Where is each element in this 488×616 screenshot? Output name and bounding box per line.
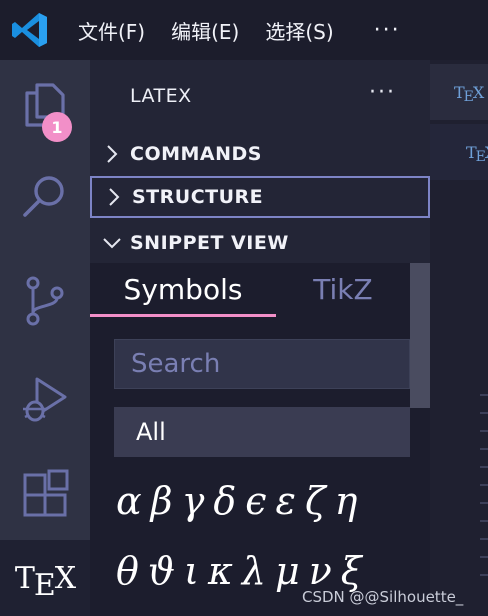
- symbol-xi[interactable]: ξ: [341, 549, 366, 593]
- symbol-gamma[interactable]: γ: [182, 479, 209, 523]
- snippet-view: Symbols TikZ All αβγδϵεζη θϑικλμνξ: [90, 263, 430, 616]
- activity-bar: 1 TEX: [0, 60, 90, 616]
- search-icon: [23, 176, 64, 217]
- run-debug-icon: [23, 377, 67, 422]
- title-bar: 文件(F) 编辑(E) 选择(S) ···: [0, 0, 488, 60]
- activity-tex[interactable]: TEX: [0, 540, 90, 616]
- gutter-tick: [480, 538, 488, 540]
- menu-file[interactable]: 文件(F): [78, 16, 145, 45]
- symbol-search: [114, 339, 410, 389]
- panel-more-icon[interactable]: ···: [369, 80, 396, 105]
- activity-source-control[interactable]: [0, 256, 90, 346]
- side-panel: LATEX ··· COMMANDS STRUCTURE SNIPPET VIE…: [90, 60, 430, 616]
- extensions-icon: [23, 469, 69, 517]
- tex-icon: TEX: [14, 560, 76, 603]
- gutter-tick: [480, 484, 488, 486]
- editor-body[interactable]: [430, 180, 488, 616]
- symbol-theta[interactable]: θ: [116, 549, 143, 593]
- symbol-iota[interactable]: ι: [184, 549, 203, 593]
- panel-header: LATEX ···: [90, 60, 430, 132]
- gutter-tick: [480, 430, 488, 432]
- menu-more-icon[interactable]: ···: [374, 18, 401, 43]
- tex-file-icon: TEX: [454, 82, 484, 105]
- symbol-row-2: θϑικλμνξ: [116, 549, 371, 593]
- search-input[interactable]: [131, 349, 409, 379]
- section-label: SNIPPET VIEW: [130, 232, 289, 254]
- symbol-alpha[interactable]: α: [116, 479, 146, 523]
- snippet-tabs: Symbols TikZ: [90, 263, 410, 317]
- scrollbar[interactable]: [410, 263, 430, 408]
- symbol-epsilon[interactable]: ϵ: [245, 479, 270, 523]
- menu-edit[interactable]: 编辑(E): [171, 16, 239, 45]
- gutter-tick: [480, 448, 488, 450]
- section-structure[interactable]: STRUCTURE: [90, 176, 430, 218]
- editor-area: TEX TEX: [430, 60, 488, 616]
- gutter-tick: [480, 466, 488, 468]
- gutter-tick: [480, 394, 488, 396]
- symbol-beta[interactable]: β: [151, 479, 177, 523]
- watermark: CSDN @@Silhouette_: [302, 588, 464, 606]
- tab-tikz[interactable]: TikZ: [276, 263, 410, 315]
- chevron-down-icon: [103, 238, 121, 249]
- activity-run-debug[interactable]: [0, 354, 90, 444]
- activity-search[interactable]: [0, 152, 90, 242]
- chevron-right-icon: [107, 145, 118, 163]
- activity-extensions[interactable]: [0, 450, 90, 540]
- gutter-tick: [480, 520, 488, 522]
- symbol-eta[interactable]: η: [335, 479, 362, 523]
- activity-explorer[interactable]: 1: [0, 60, 90, 150]
- section-snippet-view[interactable]: SNIPPET VIEW: [90, 222, 430, 264]
- section-label: STRUCTURE: [132, 186, 264, 208]
- vscode-logo-icon[interactable]: [10, 10, 50, 50]
- category-select[interactable]: All: [114, 407, 410, 457]
- tex-file-icon: TEX: [466, 142, 488, 165]
- source-control-icon: [26, 276, 64, 326]
- symbol-zeta[interactable]: ζ: [305, 479, 330, 523]
- gutter-tick: [480, 556, 488, 558]
- notification-badge: 1: [42, 112, 72, 142]
- symbol-delta[interactable]: δ: [213, 479, 240, 523]
- symbol-lambda[interactable]: λ: [242, 549, 270, 593]
- section-commands[interactable]: COMMANDS: [90, 133, 430, 175]
- chevron-right-icon: [109, 188, 120, 206]
- gutter-tick: [480, 412, 488, 414]
- menu-selection[interactable]: 选择(S): [265, 16, 333, 45]
- editor-tab-tex-2[interactable]: TEX: [430, 124, 488, 180]
- gutter-tick: [480, 502, 488, 504]
- panel-title: LATEX: [130, 85, 192, 107]
- gutter-tick: [480, 574, 488, 576]
- symbol-kappa[interactable]: κ: [208, 549, 237, 593]
- tab-symbols[interactable]: Symbols: [90, 263, 276, 315]
- symbol-varepsilon[interactable]: ε: [276, 479, 300, 523]
- editor-tab-tex[interactable]: TEX: [430, 64, 488, 120]
- section-label: COMMANDS: [130, 143, 262, 165]
- symbol-nu[interactable]: ν: [309, 549, 336, 593]
- symbol-vartheta[interactable]: ϑ: [148, 549, 179, 593]
- symbol-mu[interactable]: μ: [275, 549, 304, 593]
- symbol-row-1: αβγδϵεζη: [116, 479, 366, 523]
- active-tab-indicator: [90, 314, 276, 317]
